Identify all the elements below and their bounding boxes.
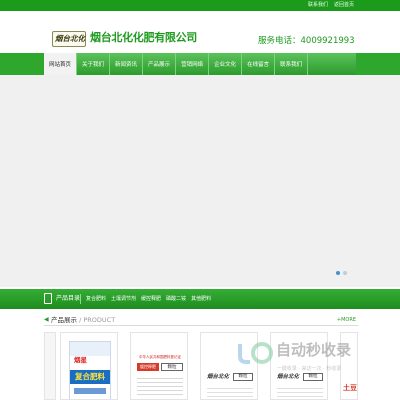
document-icon bbox=[44, 293, 52, 304]
nav-item-contact[interactable]: 联系我们 bbox=[275, 53, 309, 75]
nav-item-culture[interactable]: 企业文化 bbox=[209, 53, 243, 75]
label-text-lines bbox=[137, 375, 183, 395]
bag-top bbox=[70, 342, 110, 356]
category-title: 产品目录 bbox=[56, 295, 81, 302]
watermark-logo-icon bbox=[238, 342, 273, 364]
watermark-subtext: 一键收录 · 来访一次 · 秒收录 bbox=[276, 366, 342, 372]
banner-slider[interactable] bbox=[0, 75, 400, 287]
card-text-lines bbox=[277, 385, 323, 399]
category-links: 复合肥料 土壤调节剂 缓控释肥 磷酸二铵 其他肥料 bbox=[86, 295, 211, 303]
nav-items: 网站首页 关于我们 新闻资讯 产品展示 营销网络 企业文化 在线留言 联系我们 bbox=[44, 53, 356, 75]
top-utility-bar: 联系我们 返回首页 bbox=[0, 0, 400, 11]
category-link-other[interactable]: 其他肥料 bbox=[191, 295, 211, 303]
product-section-header: ◀ 产品展示 / PRODUCT +MORE bbox=[44, 314, 358, 326]
topbar-link-contact[interactable]: 联系我们 bbox=[308, 1, 328, 9]
page: 联系我们 返回首页 烟台北化 烟台北化化肥有限公司 服务电话：400992199… bbox=[0, 0, 400, 400]
fertilizer-bag-image: 烟星 复合肥料 bbox=[69, 341, 111, 399]
card-partial-text: 土豆花生肥 bbox=[343, 384, 357, 392]
watermark-overlay: 自动秒收录 一键收录 · 来访一次 · 秒收录 bbox=[234, 336, 384, 376]
nav-item-news[interactable]: 新闻资讯 bbox=[110, 53, 144, 75]
product-card[interactable]: 烟星 复合肥料 bbox=[60, 332, 118, 400]
category-bar: 产品目录 复合肥料 土壤调节剂 缓控释肥 磷酸二铵 其他肥料 bbox=[0, 289, 400, 309]
nav-item-message[interactable]: 在线留言 bbox=[242, 53, 276, 75]
product-card-partial-left[interactable] bbox=[44, 332, 56, 400]
label-box: 颗粒 bbox=[161, 363, 183, 371]
card-logo: 烟台北化 bbox=[207, 374, 230, 380]
label-heading: 中华人民共和国肥料登记证 bbox=[139, 355, 181, 359]
nav-item-about[interactable]: 关于我们 bbox=[77, 53, 111, 75]
product-card[interactable]: 中华人民共和国肥料登记证 缓控释肥 颗粒 bbox=[130, 332, 188, 400]
company-logo[interactable]: 烟台北化 bbox=[52, 31, 86, 47]
service-phone: 服务电话：4009921993 bbox=[258, 36, 355, 46]
slider-dots bbox=[336, 271, 347, 275]
company-name: 烟台北化化肥有限公司 bbox=[90, 31, 197, 44]
product-title-text: 产品展示 bbox=[51, 316, 77, 324]
bag-brand: 烟星 bbox=[74, 356, 87, 364]
product-subtitle: / PRODUCT bbox=[79, 316, 116, 324]
bag-product-name: 复合肥料 bbox=[75, 372, 105, 381]
category-divider bbox=[80, 294, 81, 304]
nav-item-home[interactable]: 网站首页 bbox=[44, 53, 78, 75]
logo-text: 烟台北化 bbox=[55, 34, 85, 43]
nav-item-network[interactable]: 营销网络 bbox=[176, 53, 210, 75]
main-nav: 网站首页 关于我们 新闻资讯 产品展示 营销网络 企业文化 在线留言 联系我们 bbox=[0, 53, 400, 75]
label-badge: 缓控释肥 bbox=[137, 363, 159, 371]
chevron-left-icon: ◀ bbox=[44, 316, 49, 323]
bag-footer bbox=[74, 388, 106, 394]
category-link-compound[interactable]: 复合肥料 bbox=[86, 295, 106, 303]
product-section-title: 产品展示 / PRODUCT bbox=[51, 316, 115, 324]
slider-dot-1[interactable] bbox=[336, 271, 340, 275]
card-text-lines bbox=[207, 385, 253, 399]
topbar-links: 联系我们 返回首页 bbox=[308, 1, 354, 9]
category-link-controlled[interactable]: 缓控释肥 bbox=[141, 295, 161, 303]
nav-item-products[interactable]: 产品展示 bbox=[143, 53, 177, 75]
topbar-link-home[interactable]: 返回首页 bbox=[334, 1, 354, 9]
more-link[interactable]: +MORE bbox=[337, 316, 356, 324]
slider-dot-2[interactable] bbox=[343, 271, 347, 275]
site-header: 烟台北化 烟台北化化肥有限公司 服务电话：4009921993 bbox=[0, 11, 400, 51]
category-link-dap[interactable]: 磷酸二铵 bbox=[166, 295, 186, 303]
category-link-soil[interactable]: 土壤调节剂 bbox=[111, 295, 136, 303]
watermark-text: 自动秒收录 bbox=[276, 341, 352, 359]
